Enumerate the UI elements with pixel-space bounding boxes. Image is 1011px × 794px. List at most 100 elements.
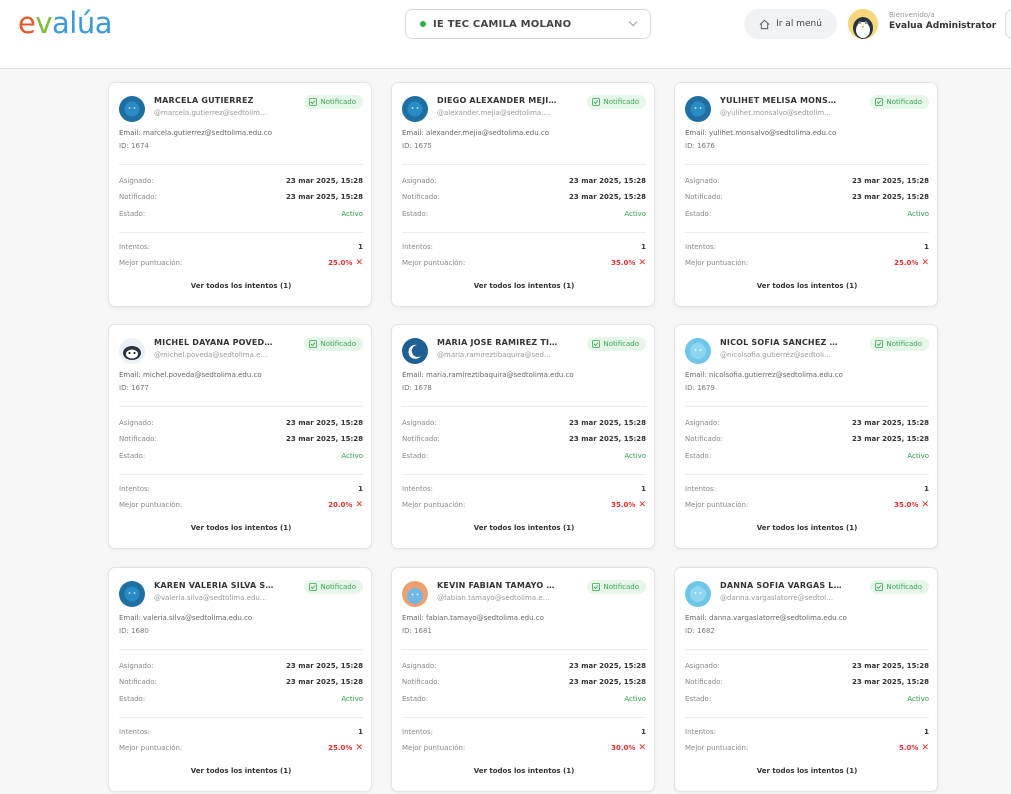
view-attempts-link[interactable]: Ver todos los intentos (1): [109, 767, 371, 775]
email-value: nicolsofia.gutierrez@sedtolima.edu.co: [709, 371, 843, 379]
id-label: ID:: [119, 142, 129, 150]
user-name: Evalua Administrator: [889, 21, 997, 31]
notified-value: 23 mar 2025, 15:28: [286, 193, 363, 201]
institution-select[interactable]: IE TEC CAMILA MOLANO: [405, 9, 651, 39]
go-to-menu-button[interactable]: Ir al menú: [744, 9, 837, 39]
notified-row: Notificado: 23 mar 2025, 15:28: [119, 435, 363, 445]
status-label: Estado:: [402, 452, 429, 460]
check-square-icon: [874, 583, 883, 591]
view-attempts-link[interactable]: Ver todos los intentos (1): [392, 524, 654, 532]
best-score-value: 25.0% ✕: [328, 744, 363, 753]
attempts-label: Intentos:: [119, 728, 151, 736]
status-row: Estado: Activo: [402, 210, 646, 220]
penguin-avatar-icon: [848, 9, 878, 39]
notified-row: Notificado: 23 mar 2025, 15:28: [402, 435, 646, 445]
check-square-icon: [308, 340, 317, 348]
student-email: Email: maria.ramireztibaquira@sedtolima.…: [402, 371, 574, 379]
status-label: Estado:: [685, 210, 712, 218]
check-square-icon: [591, 98, 600, 106]
notified-value: 23 mar 2025, 15:28: [852, 678, 929, 686]
notified-badge: Notificado: [586, 337, 646, 351]
notified-badge: Notificado: [303, 337, 363, 351]
status-label: Estado:: [685, 452, 712, 460]
card-header: DIEGO ALEXANDER MEJIA UR... @alexander.me…: [402, 95, 646, 125]
best-score-label: Mejor puntuación:: [402, 744, 466, 752]
id-value: 1675: [414, 142, 432, 150]
id-value: 1680: [131, 627, 149, 635]
status-row: Estado: Activo: [685, 210, 929, 220]
student-name: MICHEL DAYANA POVEDA T...: [154, 338, 276, 347]
x-mark-icon: ✕: [355, 500, 363, 510]
best-score-row: Mejor puntuación: 25.0% ✕: [685, 259, 929, 269]
student-id: ID: 1677: [119, 384, 149, 392]
student-avatar-icon: [119, 581, 145, 607]
status-value: Activo: [907, 210, 929, 218]
student-card: KEVIN FABIAN TAMAYO RIVE... @fabian.tamay…: [391, 567, 655, 792]
assigned-row: Asignado: 23 mar 2025, 15:28: [685, 419, 929, 429]
view-attempts-link[interactable]: Ver todos los intentos (1): [675, 767, 937, 775]
notified-badge: Notificado: [586, 95, 646, 109]
attempts-value: 1: [924, 485, 929, 493]
student-card: MARIA JOSE RAMIREZ TIBAQUIRA @maria.ramir…: [391, 324, 655, 549]
student-email: Email: nicolsofia.gutierrez@sedtolima.ed…: [685, 371, 843, 379]
status-row: Estado: Activo: [685, 695, 929, 705]
view-attempts-link[interactable]: Ver todos los intentos (1): [675, 524, 937, 532]
best-score-value: 35.0% ✕: [611, 501, 646, 510]
notified-row: Notificado: 23 mar 2025, 15:28: [402, 678, 646, 688]
notified-value: 23 mar 2025, 15:28: [569, 678, 646, 686]
student-avatar-icon: [119, 338, 145, 364]
student-avatar: [119, 338, 145, 364]
student-name: KEVIN FABIAN TAMAYO RIVE...: [437, 581, 559, 590]
view-attempts-link[interactable]: Ver todos los intentos (1): [675, 282, 937, 290]
student-card: MICHEL DAYANA POVEDA T... @michel.poveda@…: [108, 324, 372, 549]
student-id: ID: 1675: [402, 142, 432, 150]
view-attempts-link[interactable]: Ver todos los intentos (1): [392, 282, 654, 290]
notified-row: Notificado: 23 mar 2025, 15:28: [119, 193, 363, 203]
id-value: 1682: [697, 627, 715, 635]
student-card: DIEGO ALEXANDER MEJIA UR... @alexander.me…: [391, 82, 655, 307]
assigned-row: Asignado: 23 mar 2025, 15:28: [119, 662, 363, 672]
attempts-row: Intentos: 1: [402, 485, 646, 495]
attempts-row: Intentos: 1: [402, 243, 646, 253]
view-attempts-link[interactable]: Ver todos los intentos (1): [109, 282, 371, 290]
notified-badge: Notificado: [586, 580, 646, 594]
student-avatar-icon: [685, 96, 711, 122]
attempts-value: 1: [641, 485, 646, 493]
best-score-label: Mejor puntuación:: [685, 501, 749, 509]
notified-row: Notificado: 23 mar 2025, 15:28: [685, 678, 929, 688]
status-row: Estado: Activo: [119, 452, 363, 462]
id-label: ID:: [119, 384, 129, 392]
student-email: Email: valeria.silva@sedtolima.edu.co: [119, 614, 252, 622]
evalua-logo[interactable]: evalúa: [18, 6, 112, 40]
options-button[interactable]: [1005, 10, 1011, 38]
attempts-label: Intentos:: [119, 243, 151, 251]
student-username: @marcela.gutierrez@sedtolima...: [154, 109, 269, 117]
best-score-row: Mejor puntuación: 25.0% ✕: [119, 744, 363, 754]
student-avatar: [119, 96, 145, 122]
student-name: KAREN VALERIA SILVA SANC...: [154, 581, 276, 590]
status-value: Activo: [341, 210, 363, 218]
attempts-label: Intentos:: [685, 243, 717, 251]
check-square-icon: [308, 583, 317, 591]
user-avatar[interactable]: [848, 9, 878, 39]
card-header: MICHEL DAYANA POVEDA T... @michel.poveda@…: [119, 337, 363, 367]
assigned-label: Asignado:: [119, 662, 154, 670]
score-text: 35.0%: [611, 501, 636, 509]
student-card: YULIHET MELISA MONSALVO ... @yulihet.mons…: [674, 82, 938, 307]
card-header: DANNA SOFIA VARGAS LA TO... @danna.vargas…: [685, 580, 929, 610]
view-attempts-link[interactable]: Ver todos los intentos (1): [392, 767, 654, 775]
best-score-label: Mejor puntuación:: [119, 259, 183, 267]
student-card: MARCELA GUTIERREZ @marcela.gutierrez@sedt…: [108, 82, 372, 307]
attempts-row: Intentos: 1: [119, 728, 363, 738]
badge-label: Notificado: [603, 583, 639, 591]
assigned-row: Asignado: 23 mar 2025, 15:28: [685, 177, 929, 187]
divider: [685, 406, 929, 407]
badge-label: Notificado: [886, 340, 922, 348]
assigned-value: 23 mar 2025, 15:28: [286, 662, 363, 670]
notified-label: Notificado:: [685, 435, 723, 443]
email-value: maria.ramireztibaquira@sedtolima.edu.co: [426, 371, 574, 379]
badge-label: Notificado: [320, 583, 356, 591]
view-attempts-link[interactable]: Ver todos los intentos (1): [109, 524, 371, 532]
notified-value: 23 mar 2025, 15:28: [286, 678, 363, 686]
best-score-value: 25.0% ✕: [328, 259, 363, 268]
